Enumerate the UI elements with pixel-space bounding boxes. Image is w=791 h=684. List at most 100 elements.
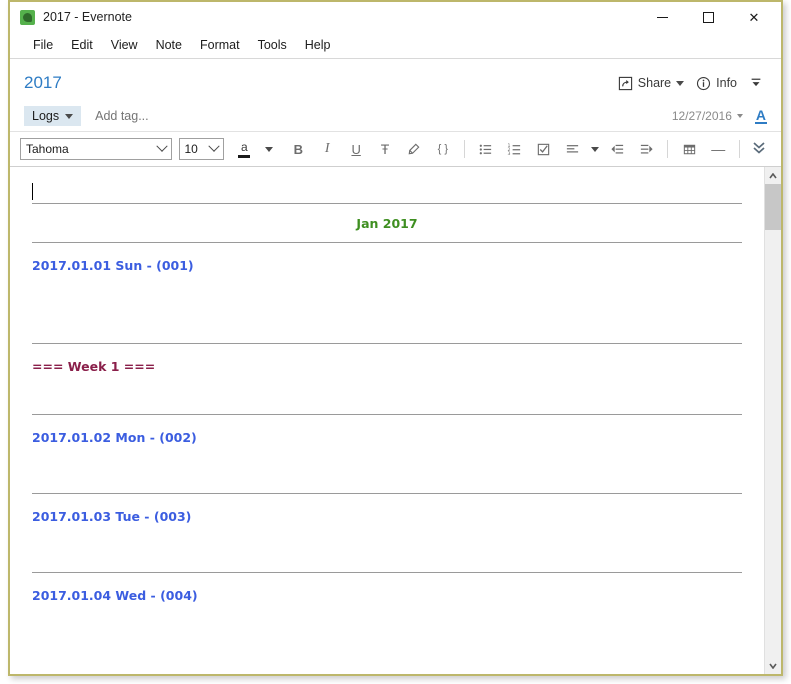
font-size-select[interactable]: 10 [178,138,225,160]
horizontal-rule-button[interactable]: — [704,136,732,162]
font-color-swatch [238,155,251,158]
font-color-button[interactable]: a [233,137,255,161]
double-chevron-down-icon [753,142,765,154]
menu-item-help[interactable]: Help [296,35,340,55]
outdent-button[interactable] [604,136,632,162]
entry-spacer [32,524,742,572]
align-group [559,136,603,162]
formatting-toolbar: Tahoma 10 a B I U Ŧ {} 1 2 3 — [10,131,781,167]
chevron-down-icon [265,146,274,152]
align-left-icon [566,144,579,152]
svg-text:3: 3 [508,151,511,157]
maximize-button[interactable] [685,2,731,32]
entry-spacer [32,445,742,493]
chevron-down-icon [65,113,74,119]
strikethrough-icon: Ŧ [380,141,390,157]
highlighter-icon [409,143,420,154]
notebook-label: Logs [32,109,60,123]
collapse-chevron-icon [751,78,761,87]
bulleted-list-icon [479,144,492,154]
day-entry: 2017.01.01 Sun - (001) [32,258,194,273]
share-button[interactable]: Share [614,73,688,94]
indent-button[interactable] [632,136,660,162]
scroll-up-button[interactable] [765,167,781,184]
highlight-button[interactable] [400,136,428,162]
info-icon [697,76,711,90]
note-header-actions: Share Info [614,73,767,94]
chevron-down-icon [590,146,599,152]
note-body-wrapper: Jan 2017 2017.01.01 Sun - (001) === Week… [10,167,781,674]
scrollbar-thumb[interactable] [765,184,781,230]
note-date-selector[interactable]: 12/27/2016 [672,109,743,123]
info-label: Info [716,76,737,90]
bold-icon: B [293,141,304,157]
menu-item-edit[interactable]: Edit [62,35,102,55]
evernote-window: 2017 - Evernote ✕ File Edit View Note Fo… [8,0,783,676]
menu-item-note[interactable]: Note [147,35,191,55]
tag-input[interactable] [95,109,296,123]
checkbox-icon [537,143,550,155]
note-header: 2017 Share Info Logs Add tag... 12/27/20… [10,59,781,131]
window-controls: ✕ [639,2,781,32]
note-header-top-row: 2017 Share Info [24,59,767,101]
menu-item-view[interactable]: View [102,35,147,55]
checkbox-button[interactable] [530,136,558,162]
scroll-down-button[interactable] [765,657,781,674]
italic-icon: I [324,141,330,156]
close-button[interactable]: ✕ [731,2,777,32]
share-label: Share [637,76,672,90]
align-dropdown[interactable] [587,136,603,162]
bold-button[interactable]: B [284,136,312,162]
menu-item-file[interactable]: File [24,35,62,55]
window-title: 2017 - Evernote [43,10,132,24]
note-scrollbar[interactable] [764,167,781,674]
menu-item-format[interactable]: Format [191,35,249,55]
entry-spacer [32,603,742,651]
entry-spacer [32,374,742,414]
note-header-bottom-row: Logs 12/27/2016 A [24,101,767,131]
note-date-label: 12/27/2016 [671,109,732,123]
italic-button[interactable]: I [313,136,341,162]
toolbar-overflow-button[interactable] [747,140,771,158]
toolbar-separator [463,140,465,158]
bulleted-list-button[interactable] [472,136,500,162]
collapse-header-button[interactable] [745,73,767,93]
menu-bar: File Edit View Note Format Tools Help [10,32,781,59]
chevron-down-icon [769,663,777,669]
underline-button[interactable]: U [342,136,370,162]
minimize-button[interactable] [639,2,685,32]
table-icon [683,144,695,154]
scrollbar-track[interactable] [765,184,781,657]
note-header-right-group: 12/27/2016 A [672,108,767,124]
font-color-group: a [233,136,283,162]
day-entry: 2017.01.02 Mon - (002) [32,430,197,445]
evernote-elephant-icon [20,9,35,25]
editor-first-line[interactable] [32,181,742,203]
code-button[interactable]: { } [429,136,457,162]
notebook-selector[interactable]: Logs [24,106,82,126]
numbered-list-icon: 1 2 3 [508,143,521,157]
font-family-select[interactable]: Tahoma [20,138,172,160]
align-button[interactable] [559,136,587,162]
font-color-dropdown[interactable] [255,136,283,162]
outdent-icon [611,144,624,154]
chevron-down-icon [736,114,743,118]
font-size-value: 10 [184,142,198,156]
chevron-down-icon [155,140,168,152]
text-cursor [32,183,33,200]
numbered-list-button[interactable]: 1 2 3 [501,136,529,162]
note-title[interactable]: 2017 [24,73,62,93]
minimize-icon [656,16,668,18]
maximize-icon [702,11,714,23]
week-heading: === Week 1 === [32,359,156,374]
info-button[interactable]: Info [692,73,741,94]
font-family-value: Tahoma [26,142,69,156]
text-style-button[interactable]: A [754,108,767,124]
menu-item-tools[interactable]: Tools [249,35,296,55]
toolbar-separator [739,140,741,158]
note-editor[interactable]: Jan 2017 2017.01.01 Sun - (001) === Week… [10,167,764,674]
strikethrough-button[interactable]: Ŧ [371,136,399,162]
toolbar-separator [667,140,669,158]
close-icon: ✕ [748,9,760,25]
table-button[interactable] [675,136,703,162]
